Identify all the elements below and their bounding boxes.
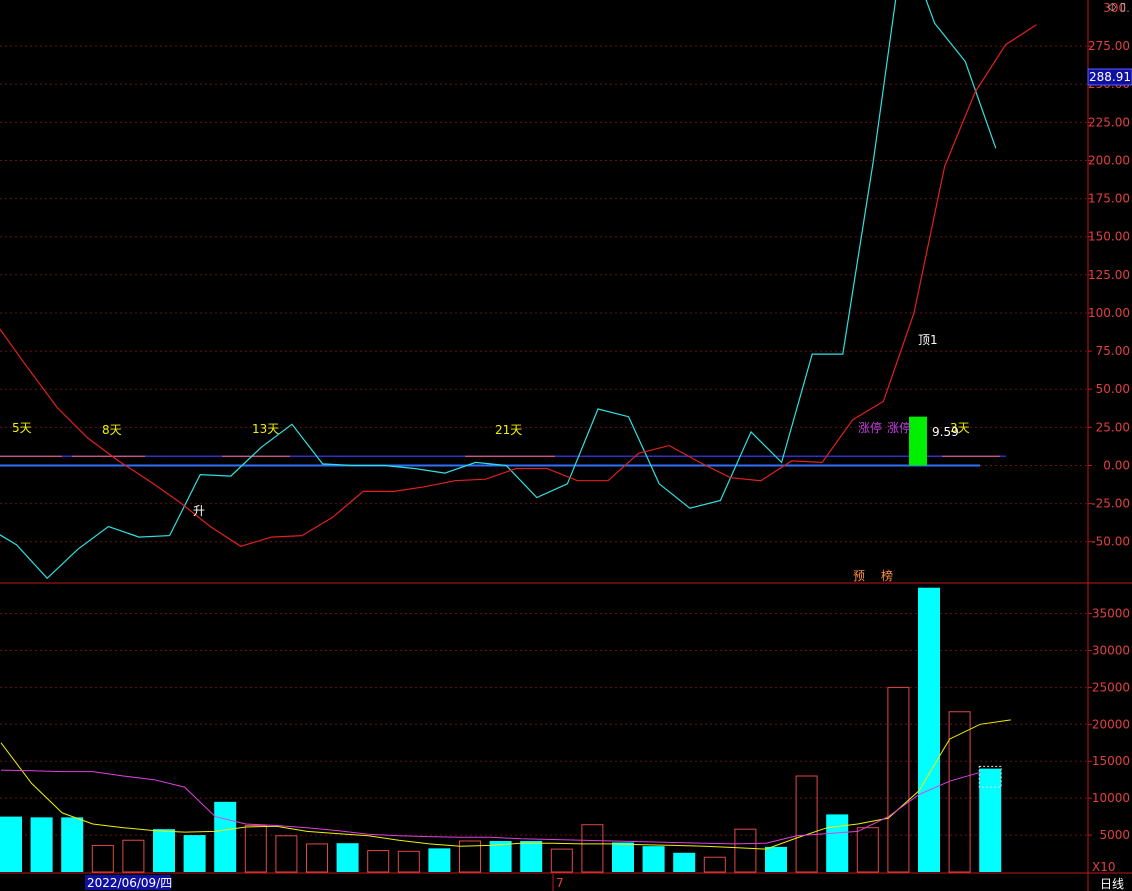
volume-tick-label: 10000 [1092,791,1130,805]
volume-bar-up [887,686,910,873]
price-tick-label: 175.00 [1088,192,1130,206]
volume-bar-up [703,856,726,873]
indicator-lines [0,0,1037,580]
volume-bar-down [214,801,237,872]
volume-bar-down [153,829,175,872]
price-tick-label: 0.00 [1103,458,1130,472]
price-tick-label: 150.00 [1088,230,1130,244]
price-tick-label: 125.00 [1088,268,1130,282]
date-label: 2022/06/09/四 [87,876,172,890]
volume-ma-lines [0,719,1011,850]
volume-bar-down [183,835,206,872]
price-tick-label: -25.00 [1091,497,1130,511]
window-controls[interactable]: ◇ ▯ [1108,0,1126,13]
yellow-volume-ma [0,719,1011,850]
volume-bar-down [612,842,634,872]
stock-chart: 275.00250.00225.00200.00175.00150.00125.… [0,0,1132,891]
price-tick-label: 75.00 [1096,344,1130,358]
price-tick-label: -50.00 [1091,535,1130,549]
volume-tick-label: 5000 [1099,828,1130,842]
volume-bar-down [30,817,53,872]
volume-bar-up [581,824,604,873]
month-label: 7 [556,876,564,890]
limit-up-bar [909,416,927,466]
volume-bar-down [428,848,451,872]
volume-tick-label: 20000 [1092,717,1130,731]
volume-bar-down [826,814,849,872]
price-tick-label: 25.00 [1096,420,1130,434]
price-tick-label: 225.00 [1088,115,1130,129]
top-annotation: 顶1 [918,333,938,347]
price-tick-label: 275.00 [1088,39,1130,53]
volume-bar-up [734,828,757,873]
price-tick-label: 50.00 [1096,382,1130,396]
cycle-label: 13天 [252,422,279,436]
volume-bar-down [765,846,787,872]
cycle-label: 21天 [495,423,522,437]
cycle-label: 5天 [12,421,32,435]
volume-bar-up [856,827,879,873]
volume-bar-up [397,850,420,873]
volume-bar-down [336,843,359,872]
cyan-indicator-line [0,0,997,580]
price-tick-label: 200.00 [1088,153,1130,167]
volume-tick-label: 35000 [1092,607,1130,621]
volume-bar-down [0,816,22,872]
axis-layer: 275.00250.00225.00200.00175.00150.00125.… [0,0,1132,891]
price-tick-label: 100.00 [1088,306,1130,320]
pre-label: 预 [853,569,865,583]
value-annotation: 9.59 [932,425,959,439]
volume-bar-down [61,817,84,872]
volume-bar-down [520,840,543,872]
volume-bar-up [550,848,573,873]
volume-bar-up [91,844,114,873]
volume-bar-up [275,835,298,873]
rise-annotation: 升 [193,504,205,518]
limit-up-label: 涨停 [858,420,882,435]
volume-tick-label: 30000 [1092,643,1130,657]
volume-bars [0,587,1002,873]
list-label: 榜 [881,568,893,583]
cycle-label: 8天 [102,423,122,437]
labels-layer: 5天 8天 13天 21天 3天升顶1涨停 涨停 9.59预 榜288.912022/06/0… [12,68,1132,891]
volume-bar-down [642,846,665,872]
volume-bar-up [367,850,390,873]
magenta-volume-ma [0,769,981,845]
volume-bar-up [306,843,328,873]
volume-bar-down [918,587,940,872]
volume-tick-label: 15000 [1092,754,1130,768]
volume-bar-up [244,824,267,873]
current-value-tag: 288.91 [1089,70,1131,84]
limit-up-label: 涨停 [887,420,911,435]
volume-bar-up [795,775,818,873]
volume-bar-up [948,711,971,873]
volume-bar-down [673,852,696,872]
volume-bar-up [122,839,145,873]
volume-unit-label: X10 [1092,860,1116,874]
period-label: 日线 [1100,877,1124,891]
volume-tick-label: 25000 [1092,680,1130,694]
volume-bar-down [979,768,1002,872]
